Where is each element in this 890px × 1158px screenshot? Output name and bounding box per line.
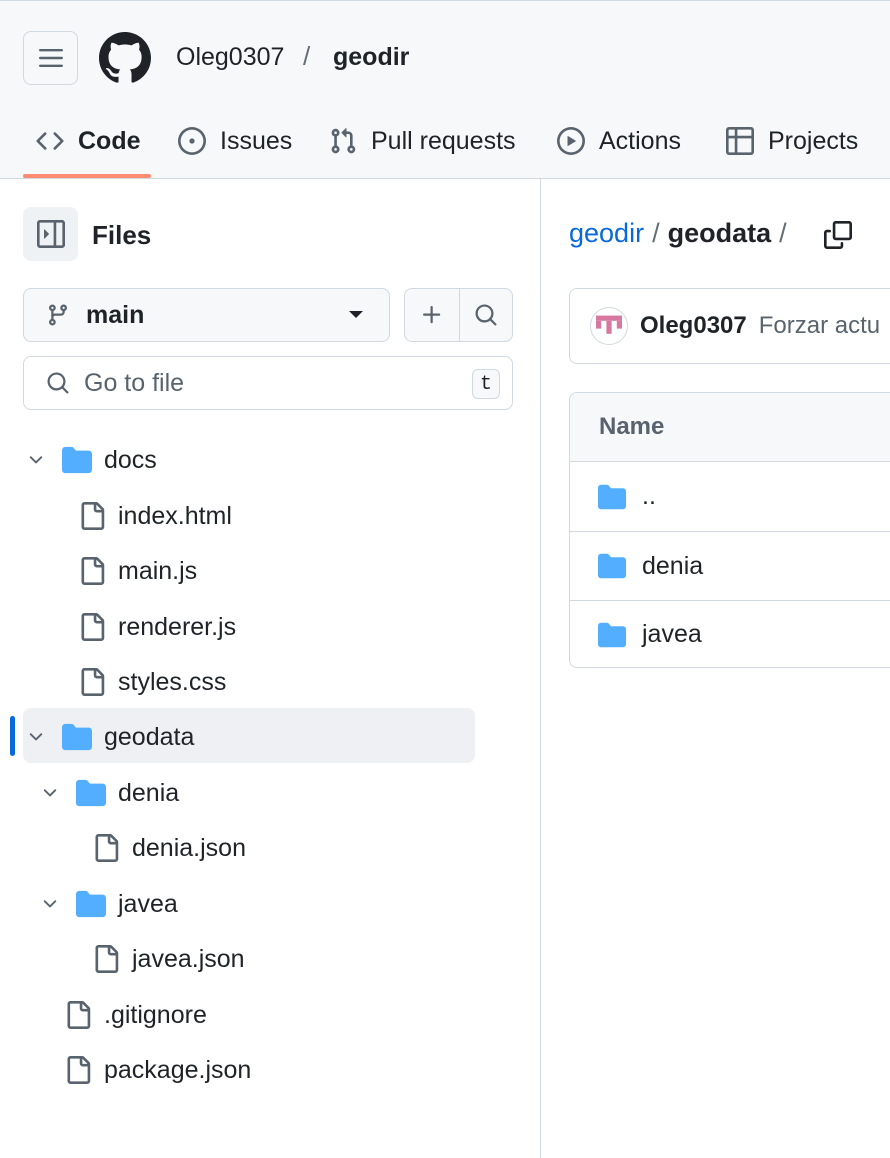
sidebar-collapse-icon: [36, 220, 65, 248]
chevron-down-icon[interactable]: [40, 894, 60, 914]
table-row[interactable]: ..: [570, 462, 890, 531]
hamburger-menu-button[interactable]: [23, 31, 78, 85]
tree-item-label: geodata: [104, 723, 195, 751]
folder-icon: [598, 622, 626, 647]
go-to-file-field[interactable]: t: [23, 356, 513, 410]
folder-icon: [598, 484, 626, 509]
folder-icon: [76, 890, 106, 918]
breadcrumb-root-link[interactable]: geodir: [569, 218, 644, 249]
chevron-down-icon[interactable]: [40, 783, 60, 803]
avatar[interactable]: [590, 307, 628, 345]
breadcrumb-current: geodata: [667, 218, 772, 248]
breadcrumb-separator: /: [652, 218, 660, 248]
breadcrumb-separator: /: [779, 218, 787, 248]
tab-actions[interactable]: Actions: [557, 111, 681, 171]
folder-icon: [62, 446, 92, 474]
tree-item-label: denia: [118, 779, 180, 807]
tab-issues-label: Issues: [220, 126, 293, 155]
owner-link[interactable]: Oleg0307: [176, 43, 284, 72]
tree-item-label: main.js: [118, 557, 198, 585]
table-icon: [726, 127, 754, 155]
file-tree-sidebar: Files main t docs index.html main.js render…: [0, 179, 541, 1158]
file-icon: [95, 945, 119, 973]
directory-table: Name .. denia javea: [569, 392, 890, 668]
chevron-down-icon[interactable]: [26, 727, 46, 747]
file-icon: [81, 613, 105, 641]
add-file-button[interactable]: [405, 289, 459, 341]
repo-header: Oleg0307 / geodir Code Issues Pull reque…: [0, 0, 890, 179]
row-name[interactable]: javea: [642, 620, 702, 649]
file-icon: [95, 834, 119, 862]
latest-commit-box: Oleg0307 Forzar actu: [569, 288, 890, 364]
breadcrumb-separator: /: [303, 41, 311, 71]
collapse-sidebar-button[interactable]: [23, 207, 78, 261]
tab-code[interactable]: Code: [36, 111, 141, 171]
issue-opened-icon: [178, 127, 206, 155]
file-icon: [67, 1001, 91, 1029]
tab-pull-requests-label: Pull requests: [371, 126, 516, 155]
three-bars-icon: [38, 49, 63, 67]
folder-icon: [76, 779, 106, 807]
table-header: Name: [570, 393, 890, 462]
tree-actions: [404, 288, 513, 342]
branch-name: main: [86, 300, 145, 329]
branch-selector-button[interactable]: main: [23, 288, 390, 342]
column-header-name: Name: [599, 413, 665, 440]
tree-item-label: denia.json: [132, 834, 246, 862]
copy-path-button[interactable]: [820, 217, 856, 253]
repo-link[interactable]: geodir: [333, 43, 409, 72]
tab-projects-label: Projects: [768, 126, 859, 155]
folder-icon: [598, 553, 626, 579]
file-icon: [67, 1056, 91, 1084]
row-name[interactable]: ..: [642, 482, 656, 511]
tab-actions-label: Actions: [599, 126, 681, 155]
plus-icon: [422, 306, 440, 324]
play-icon: [557, 127, 585, 155]
copy-icon: [824, 221, 852, 249]
keyboard-shortcut-hint: t: [472, 369, 500, 399]
search-icon: [47, 372, 69, 394]
tree-item-label: renderer.js: [118, 613, 237, 641]
path-breadcrumb: geodir / geodata /: [569, 218, 787, 249]
tab-projects[interactable]: Projects: [726, 111, 858, 171]
tree-item-label: javea: [118, 890, 178, 918]
file-icon: [81, 557, 105, 585]
row-name[interactable]: denia: [642, 552, 703, 581]
git-pull-request-icon: [331, 128, 356, 154]
active-tab-indicator: [23, 174, 151, 178]
folder-icon: [62, 723, 92, 751]
tree-item-label: docs: [104, 446, 157, 474]
table-row[interactable]: javea: [570, 600, 890, 667]
tab-code-label: Code: [78, 126, 141, 155]
identicon-icon: [596, 315, 622, 334]
tree-item-label: styles.css: [118, 668, 227, 696]
tree-item-label: javea.json: [132, 945, 245, 973]
search-icon: [475, 304, 497, 326]
table-row[interactable]: denia: [570, 531, 890, 600]
github-logo-icon[interactable]: [99, 32, 151, 84]
code-icon: [36, 132, 64, 150]
tree-item-label: index.html: [118, 502, 232, 530]
file-icon: [81, 668, 105, 696]
go-to-file-input[interactable]: [84, 368, 444, 398]
tree-item-label: .gitignore: [104, 1001, 207, 1029]
selected-row-indicator: [10, 716, 15, 756]
tab-pull-requests[interactable]: Pull requests: [329, 111, 516, 171]
chevron-down-icon[interactable]: [26, 450, 46, 470]
file-icon: [81, 502, 105, 530]
commit-message[interactable]: Forzar actu: [759, 312, 880, 340]
tree-item-label: package.json: [104, 1056, 252, 1084]
commit-author[interactable]: Oleg0307: [640, 312, 747, 340]
git-branch-icon: [48, 304, 67, 326]
repo-nav-tabs: Code Issues Pull requests Actions Projec…: [0, 111, 890, 179]
triangle-down-icon: [349, 311, 363, 318]
search-code-button[interactable]: [458, 289, 513, 341]
tab-issues[interactable]: Issues: [178, 111, 292, 171]
files-heading: Files: [92, 220, 152, 250]
